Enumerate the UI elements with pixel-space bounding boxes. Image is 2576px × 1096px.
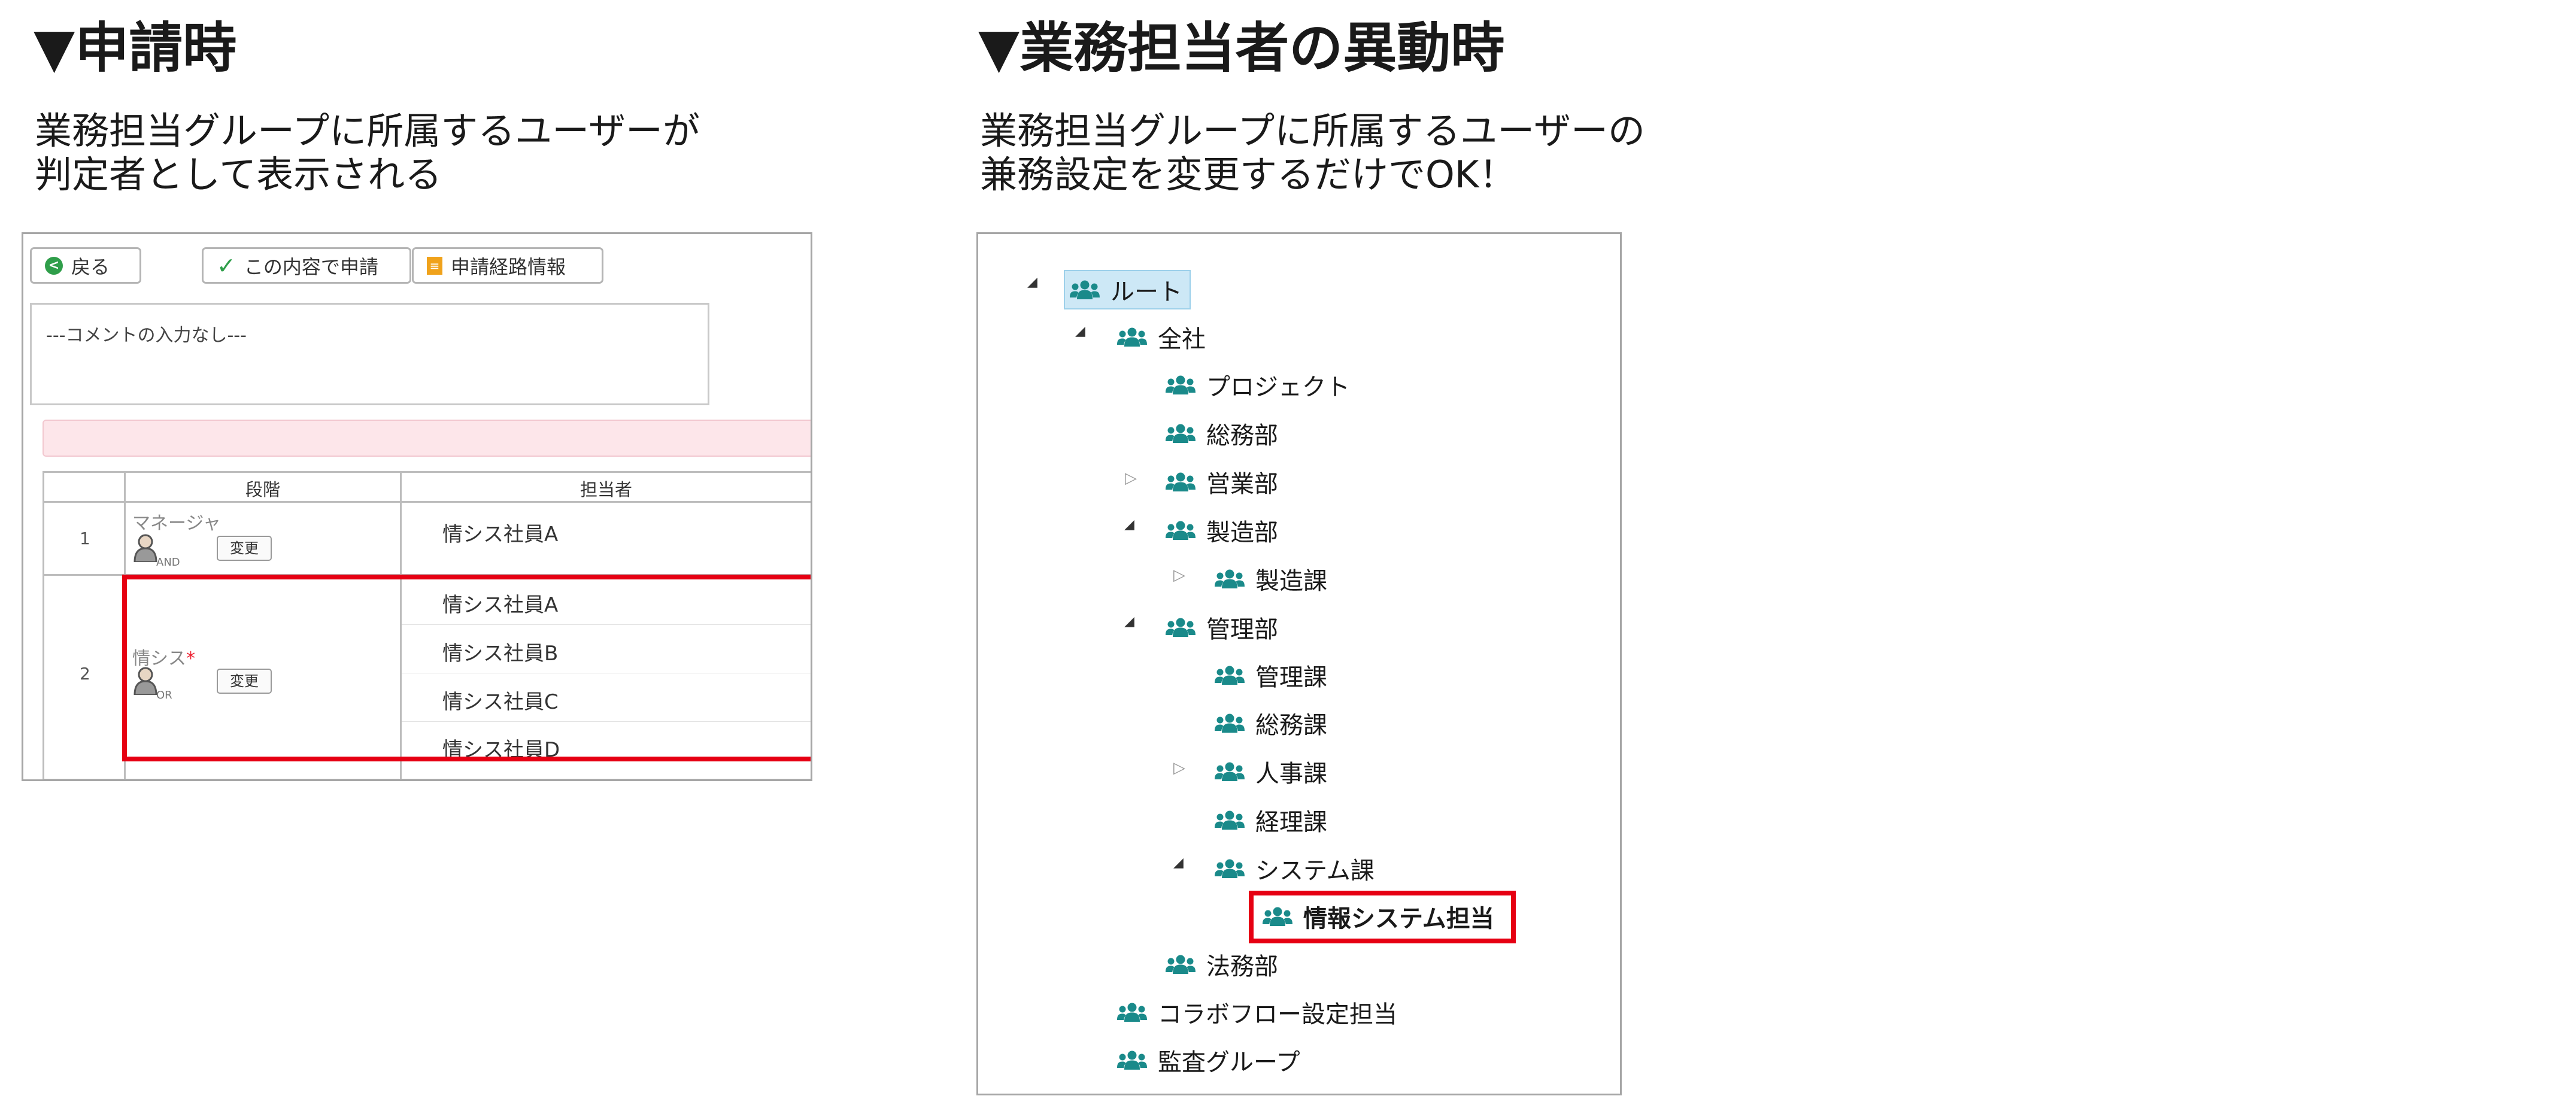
check-icon: ✓ [217, 252, 236, 279]
group-icon [1070, 280, 1100, 300]
tree-node-company[interactable]: 全社 [1117, 319, 1206, 355]
approval-form-screenshot: < 戻る ✓ この内容で申請 ≡ 申請経路情報 ---コメントの入力なし--- … [22, 232, 812, 781]
expand-caret-icon[interactable]: ◢ [1124, 614, 1134, 629]
tree-node-general-affairs[interactable]: 総務部 [1166, 415, 1278, 451]
left-heading: ▼申請時 [34, 17, 237, 80]
group-icon [1166, 423, 1196, 444]
tree-node-label: 経理課 [1255, 809, 1327, 836]
row-1-and-badge: AND [156, 556, 180, 569]
tree-node-audit-group[interactable]: 監査グループ [1117, 1042, 1300, 1078]
group-icon [1166, 520, 1196, 541]
tree-node-manufacturing[interactable]: 製造部 [1166, 512, 1278, 548]
group-icon [1117, 1050, 1147, 1070]
tree-node-label: 営業部 [1206, 470, 1278, 498]
tree-node-project[interactable]: プロジェクト [1166, 367, 1350, 403]
left-description-line-2: 判定者として表示される [35, 153, 442, 196]
expand-caret-icon[interactable]: ◢ [1173, 855, 1184, 870]
row-1-assignee-1: 情シス社員A [442, 523, 559, 547]
tree-node-label: 製造課 [1255, 567, 1327, 595]
row-2-number: 2 [80, 664, 90, 684]
tree-node-label: プロジェクト [1206, 374, 1350, 401]
notice-bar [43, 420, 811, 457]
tree-node-legal[interactable]: 法務部 [1166, 946, 1278, 982]
group-icon [1215, 761, 1245, 782]
row-1-change-button[interactable]: 変更 [217, 536, 272, 561]
tree-node-collaboflow-admins[interactable]: コラボフロー設定担当 [1117, 994, 1397, 1030]
tree-node-label: 総務部 [1206, 422, 1278, 450]
tree-node-label: 管理部 [1206, 616, 1278, 643]
left-description: 業務担当グループに所属するユーザーが 判定者として表示される [35, 109, 700, 196]
left-description-line-1: 業務担当グループに所属するユーザーが [35, 109, 700, 153]
right-heading: ▼業務担当者の異動時 [978, 17, 1505, 80]
back-button[interactable]: < 戻る [30, 247, 141, 284]
tree-node-accounting-section[interactable]: 経理課 [1215, 802, 1327, 838]
row-1-stage-name: マネージャ [132, 513, 221, 534]
user-avatar-icon [133, 534, 157, 562]
right-description: 業務担当グループに所属するユーザーの 兼務設定を変更するだけでOK！ [980, 109, 1645, 196]
tree-node-system-section[interactable]: システム課 [1215, 851, 1375, 886]
expand-caret-icon[interactable]: ◢ [1027, 275, 1037, 290]
tree-node-label: 管理課 [1255, 664, 1327, 691]
comment-field[interactable]: ---コメントの入力なし--- [30, 303, 709, 405]
highlight-frame-it-staff [1249, 891, 1516, 943]
tree-node-label: 法務部 [1206, 953, 1278, 980]
group-icon [1215, 665, 1245, 685]
right-description-line-1: 業務担当グループに所属するユーザーの [980, 109, 1646, 153]
tree-node-administration-section[interactable]: 管理課 [1215, 657, 1327, 693]
back-button-label: 戻る [71, 255, 110, 278]
header-stage: 段階 [245, 479, 280, 500]
group-icon [1166, 617, 1196, 637]
route-icon: ≡ [427, 256, 442, 275]
tree-node-manufacturing-section[interactable]: 製造課 [1215, 561, 1327, 597]
group-icon [1166, 472, 1196, 492]
org-tree-screenshot: ◢ ルート ◢ 全社 プロジェクト 総務部 ▷ 営業部 ◢ 製造部 ▷ 製造課 … [976, 232, 1622, 1095]
expand-caret-icon[interactable]: ◢ [1124, 517, 1134, 532]
tree-node-label: 製造部 [1206, 519, 1278, 547]
group-icon [1215, 569, 1245, 589]
tree-node-label: 人事課 [1255, 760, 1327, 788]
tree-node-administration[interactable]: 管理部 [1166, 609, 1278, 645]
tree-node-hr-section[interactable]: 人事課 [1215, 754, 1327, 790]
group-icon [1215, 810, 1245, 830]
expand-caret-icon[interactable]: ◢ [1075, 324, 1085, 339]
tree-node-sales[interactable]: 営業部 [1166, 464, 1278, 500]
tree-node-general-affairs-section[interactable]: 総務課 [1215, 705, 1327, 741]
tree-node-label: ルート [1110, 278, 1182, 306]
tree-node-root[interactable]: ルート [1064, 270, 1191, 309]
collapsed-caret-icon[interactable]: ▷ [1173, 566, 1185, 584]
group-icon [1117, 1002, 1147, 1022]
tree-node-label: コラボフロー設定担当 [1158, 1001, 1397, 1028]
back-arrow-icon: < [45, 256, 63, 275]
highlight-frame-approvers [122, 575, 811, 761]
collapsed-caret-icon[interactable]: ▷ [1125, 469, 1137, 487]
row-1-number: 1 [80, 529, 90, 548]
header-assignee: 担当者 [579, 479, 632, 500]
apply-button[interactable]: ✓ この内容で申請 [202, 247, 411, 284]
tree-node-label: 全社 [1158, 326, 1206, 353]
group-icon [1215, 858, 1245, 879]
route-info-button[interactable]: ≡ 申請経路情報 [412, 247, 603, 284]
group-icon [1166, 954, 1196, 974]
apply-button-label: この内容で申請 [244, 255, 378, 278]
tree-node-label: 総務課 [1255, 712, 1327, 739]
collapsed-caret-icon[interactable]: ▷ [1173, 759, 1185, 777]
group-icon [1117, 327, 1147, 347]
tree-node-label: システム課 [1255, 857, 1375, 885]
tree-node-label: 監査グループ [1158, 1049, 1300, 1076]
group-icon [1215, 713, 1245, 733]
route-info-button-label: 申請経路情報 [451, 255, 566, 278]
group-icon [1166, 375, 1196, 395]
right-description-line-2: 兼務設定を変更するだけでOK！ [980, 153, 1516, 196]
